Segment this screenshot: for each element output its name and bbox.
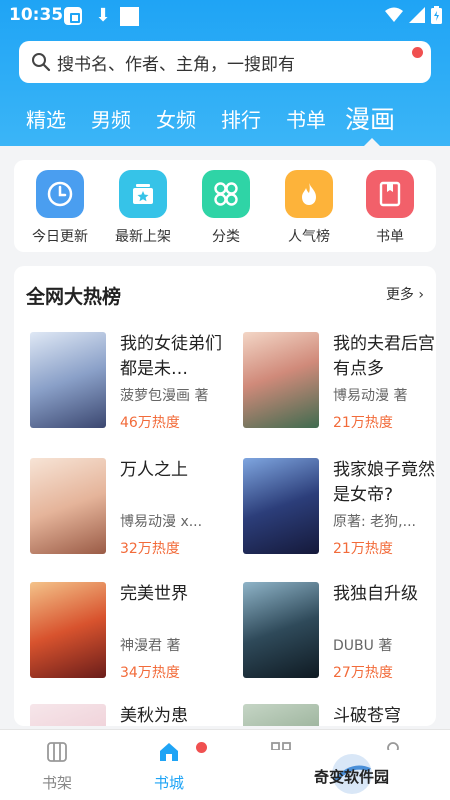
quick-link-label: 书单 — [376, 229, 404, 245]
book-cover-image — [243, 582, 319, 678]
book-card[interactable]: 万人之上 博易动漫 x... 32万热度 — [30, 458, 230, 568]
battery-icon — [431, 6, 442, 24]
nav-label: 书城 — [153, 774, 184, 792]
book-heat: 34万热度 — [120, 665, 180, 681]
quick-link-label: 分类 — [212, 229, 240, 245]
book-author: 博易动漫 x... — [120, 514, 203, 530]
book-cover-image — [30, 704, 106, 726]
search-badge-dot — [412, 47, 423, 58]
star-box-icon — [119, 170, 167, 218]
home-icon — [160, 743, 178, 761]
section-title: 全网大热榜 — [26, 286, 122, 308]
more-label: 更多 — [385, 287, 414, 303]
tab-male[interactable]: 男频 — [91, 104, 131, 133]
search-bar[interactable]: 搜书名、作者、主角，一搜即有 — [19, 41, 431, 83]
book-cover-image — [243, 704, 319, 726]
book-title: 我独自升级 — [333, 584, 418, 604]
book-cover-image — [243, 458, 319, 554]
quick-link-label: 人气榜 — [288, 229, 330, 245]
book-heat: 27万热度 — [333, 665, 393, 681]
header: 10:35 ⬇ 搜书名、作者、主角，一搜即有 精选 男频 女频 排行 书单 漫画 — [0, 0, 450, 146]
tab-booklist[interactable]: 书单 — [286, 104, 326, 133]
quick-link-categories[interactable]: 分类 — [186, 170, 266, 246]
watermark: 奇变软件园 — [250, 750, 450, 800]
book-author: 神漫君 著 — [120, 638, 181, 654]
book-title: 我的夫君后宫有点多 — [333, 334, 435, 379]
book-title: 万人之上 — [120, 460, 188, 480]
watermark-text: 奇变软件园 — [314, 768, 390, 786]
quick-link-label: 最新上架 — [115, 229, 171, 245]
status-right — [385, 6, 442, 24]
book-title: 我的女徒弟们都是未… — [120, 334, 222, 379]
nav-badge-dot — [196, 742, 207, 753]
quick-link-today-update[interactable]: 今日更新 — [20, 170, 100, 246]
wifi-icon — [385, 7, 403, 22]
book-author: 菠萝包漫画 著 — [120, 388, 209, 404]
search-icon — [32, 53, 51, 72]
nav-bookshelf[interactable]: 书架 — [17, 740, 97, 793]
tab-comics[interactable]: 漫画 — [345, 100, 395, 136]
active-tab-indicator — [364, 138, 380, 146]
quick-links: 今日更新 最新上架 分类 人气榜 书单 — [14, 160, 436, 252]
notification-square-icon — [120, 7, 139, 26]
nav-label: 书架 — [41, 774, 72, 792]
book-cover-image — [30, 582, 106, 678]
quick-link-label: 今日更新 — [32, 229, 88, 245]
quick-link-booklist[interactable]: 书单 — [350, 170, 430, 246]
book-heat: 21万热度 — [333, 415, 393, 431]
book-title: 完美世界 — [120, 584, 188, 604]
search-placeholder: 搜书名、作者、主角，一搜即有 — [57, 54, 295, 75]
grid-icon — [202, 170, 250, 218]
book-author: 博易动漫 著 — [333, 388, 408, 404]
category-tabs: 精选 男频 女频 排行 书单 漫画 — [0, 98, 450, 142]
book-title: 斗破苍穹 — [333, 706, 401, 726]
book-cover-image — [30, 332, 106, 428]
status-time: 10:35 — [9, 5, 64, 25]
hot-list-section: 全网大热榜 更多 › 我的女徒弟们都是未… 菠萝包漫画 著 46万热度 我的夫君… — [14, 266, 436, 726]
book-heat: 32万热度 — [120, 541, 180, 557]
quick-link-new-arrivals[interactable]: 最新上架 — [103, 170, 183, 246]
book-card[interactable]: 我家娘子竟然是女帝? 原著: 老狗,... 21万热度 — [243, 458, 436, 568]
more-link[interactable]: 更多 › — [386, 284, 424, 304]
quick-link-popular[interactable]: 人气榜 — [269, 170, 349, 246]
book-cover-image — [243, 332, 319, 428]
book-card[interactable]: 我的女徒弟们都是未… 菠萝包漫画 著 46万热度 — [30, 332, 230, 442]
download-icon: ⬇ — [95, 5, 111, 26]
chevron-right-icon: › — [418, 287, 424, 303]
book-card[interactable]: 我独自升级 DUBU 著 27万热度 — [243, 582, 436, 692]
book-title: 我家娘子竟然是女帝? — [333, 460, 435, 505]
book-heat: 46万热度 — [120, 415, 180, 431]
book-card[interactable]: 完美世界 神漫君 著 34万热度 — [30, 582, 230, 692]
book-cover-image — [30, 458, 106, 554]
book-author: 原著: 老狗,... — [333, 514, 416, 530]
book-title: 美秋为患 — [120, 706, 188, 726]
book-card[interactable]: 斗破苍穹 — [243, 704, 436, 726]
app-notification-icon — [64, 7, 82, 25]
clock-icon — [36, 170, 84, 218]
book-author: DUBU 著 — [333, 638, 393, 654]
tab-female[interactable]: 女频 — [156, 104, 196, 133]
bookmark-icon — [366, 170, 414, 218]
signal-icon — [409, 7, 425, 23]
book-card[interactable]: 我的夫君后宫有点多 博易动漫 著 21万热度 — [243, 332, 436, 442]
tab-featured[interactable]: 精选 — [26, 104, 66, 133]
book-heat: 21万热度 — [333, 541, 393, 557]
status-bar: 10:35 ⬇ — [0, 0, 450, 32]
flame-icon — [285, 170, 333, 218]
tab-ranking[interactable]: 排行 — [221, 104, 261, 133]
bookshelf-icon — [47, 742, 67, 762]
book-card[interactable]: 美秋为患 — [30, 704, 230, 726]
